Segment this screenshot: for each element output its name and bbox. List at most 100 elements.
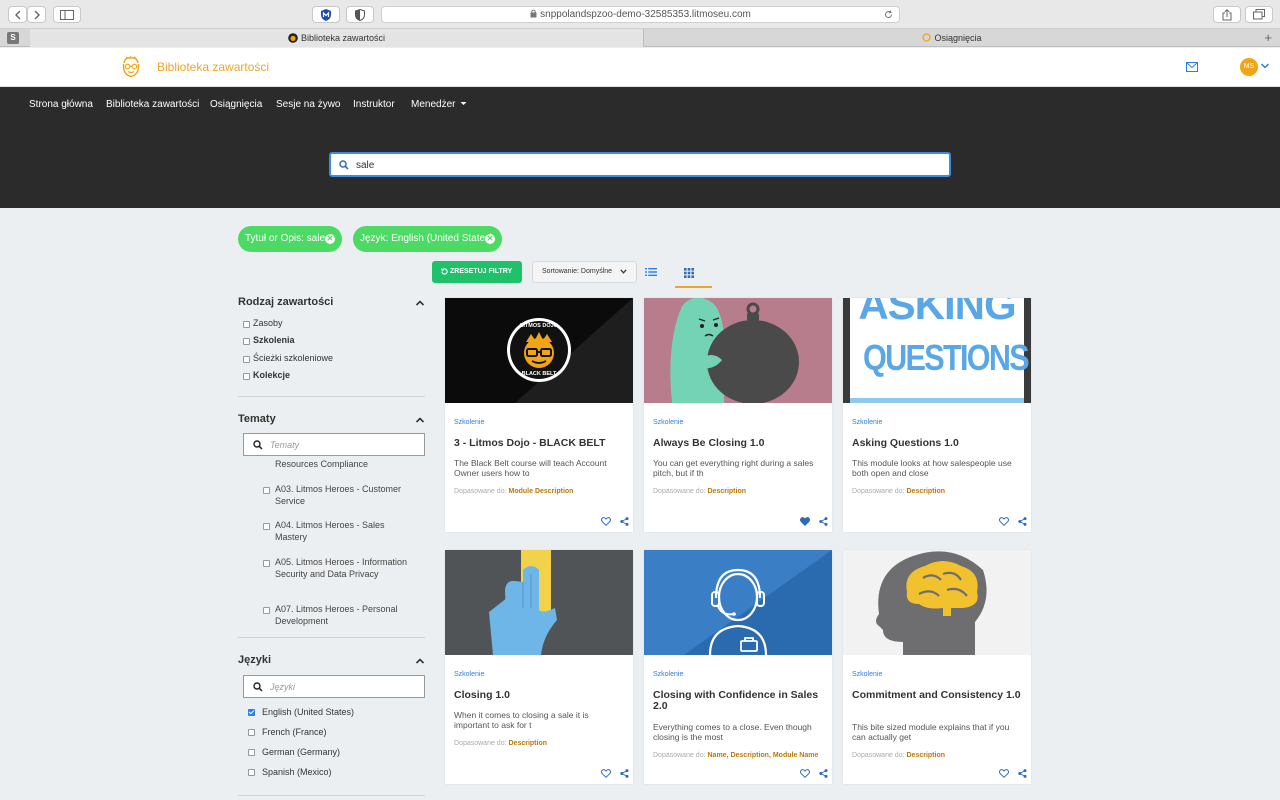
topic-label-a04: A04. Litmos Heroes - Sales Mastery [275,520,385,542]
share-icon[interactable] [819,769,828,778]
content-search[interactable] [329,152,951,177]
nav-sesje[interactable]: Sesje na żywo [276,99,340,110]
close-icon[interactable]: ✕ [485,234,495,244]
course-card[interactable]: LITMOS DOJO BLACK BELT Szkolenie 3 - Lit… [445,298,633,532]
heart-icon[interactable] [800,769,810,778]
checkbox-topic-a04[interactable] [263,523,270,530]
tabs-overview-button[interactable] [1245,6,1273,23]
checkbox-english-us[interactable] [248,709,255,716]
chevron-up-icon[interactable] [415,298,425,308]
filter-chip-title[interactable]: Tytuł or Opis: sale ✕ [238,226,342,252]
heart-filled-icon[interactable] [800,517,810,526]
search-icon [339,160,349,170]
topic-label-a07: A07. Litmos Heroes - Personal Developmen… [275,604,398,626]
heart-icon[interactable] [601,769,611,778]
course-type: Szkolenie [454,419,485,426]
avatar[interactable]: MS [1240,58,1258,76]
mail-icon[interactable] [1186,62,1198,72]
headset-agent-image [644,550,832,655]
course-card[interactable]: ASKING QUESTIONS Szkolenie Asking Questi… [843,298,1031,532]
checkbox-topic-a05[interactable] [263,560,270,567]
url-bar[interactable]: snppolandspzoo-demo-32585353.litmoseu.co… [381,6,900,23]
languages-search-input[interactable] [270,680,420,693]
chevron-down-icon[interactable] [1260,61,1270,71]
sidebar-toggle-button[interactable] [53,6,81,23]
reset-filters-button[interactable]: ZRESETUJ FILTRY [432,261,522,283]
share-icon[interactable] [819,517,828,526]
share-icon[interactable] [620,769,629,778]
share-icon[interactable] [1018,769,1027,778]
list-view-icon[interactable] [645,267,657,277]
nav-osiagniecia[interactable]: Osiągnięcia [210,99,262,110]
heart-icon[interactable] [999,769,1009,778]
checkbox-szkolenia[interactable] [243,338,250,345]
new-tab-button[interactable]: + [1264,29,1272,46]
languages-search[interactable] [243,675,425,698]
heart-icon[interactable] [601,517,611,526]
nav-strona-glowna[interactable]: Strona główna [29,99,93,110]
back-button[interactable] [8,6,27,23]
course-thumbnail[interactable]: LITMOS DOJO BLACK BELT [445,298,633,403]
grid-view-icon[interactable] [684,268,694,278]
course-card[interactable]: Szkolenie Always Be Closing 1.0 You can … [644,298,832,532]
course-thumbnail[interactable] [445,550,633,655]
privacy-extension-button[interactable] [346,6,374,23]
checkbox-german[interactable] [248,749,255,756]
course-description: When it comes to closing a sale it is im… [454,710,589,730]
app-title[interactable]: Biblioteka zawartości [157,60,269,74]
course-title[interactable]: Always Be Closing 1.0 [653,438,823,449]
nav-instruktor[interactable]: Instruktor [353,99,395,110]
course-card[interactable]: Szkolenie Closing 1.0 When it comes to c… [445,550,633,784]
forward-button[interactable] [27,6,46,23]
checkbox-zasoby[interactable] [243,321,250,328]
half-shield-icon [355,8,365,22]
browser-tab-bar: S Biblioteka zawartości Osiągnięcia + [0,29,1280,47]
nav-menedzer[interactable]: Menedżer [411,99,467,110]
course-thumbnail[interactable] [843,550,1031,655]
course-title[interactable]: Closing 1.0 [454,690,624,701]
share-up-icon [1222,9,1232,21]
label-zasoby: Zasoby [253,318,283,328]
course-title[interactable]: Commitment and Consistency 1.0 [852,690,1022,701]
course-title[interactable]: Closing with Confidence in Sales 2.0 [653,690,823,712]
course-thumbnail[interactable]: ASKING QUESTIONS [843,298,1031,403]
checkbox-topic-a07[interactable] [263,607,270,614]
chevron-up-icon[interactable] [415,656,425,666]
checkbox-spanish[interactable] [248,769,255,776]
course-card[interactable]: Szkolenie Closing with Confidence in Sal… [644,550,832,784]
app-header: Biblioteka zawartości MS [0,48,1280,87]
label-sciezki: Ścieżki szkoleniowe [253,353,334,363]
filter-chip-language[interactable]: Język: English (United States) ✕ [353,226,502,252]
close-icon[interactable]: ✕ [325,234,335,244]
mcafee-extension-button[interactable] [312,6,340,23]
tab-biblioteka[interactable]: Biblioteka zawartości [30,29,644,47]
litmos-logo-icon[interactable] [121,56,141,78]
nav-biblioteka[interactable]: Biblioteka zawartości [106,99,199,110]
share-icon[interactable] [620,517,629,526]
checkbox-kolekcje[interactable] [243,373,250,380]
course-thumbnail[interactable] [644,550,832,655]
checkbox-topic-a03[interactable] [263,487,270,494]
section-title-topics: Tematy [238,413,276,425]
course-title[interactable]: 3 - Litmos Dojo - BLACK BELT [454,438,624,449]
course-card[interactable]: Szkolenie Commitment and Consistency 1.0… [843,550,1031,784]
sign-text-line1: ASKING [858,298,1016,328]
tab-osiagniecia[interactable]: Osiągnięcia [645,29,1259,47]
sort-select[interactable]: Sortowanie: Domyślne [532,261,637,283]
checkbox-french[interactable] [248,729,255,736]
share-browser-button[interactable] [1213,6,1241,23]
course-thumbnail[interactable] [644,298,832,403]
share-icon[interactable] [1018,517,1027,526]
s-extension-icon[interactable]: S [7,32,19,44]
topics-search[interactable] [243,433,425,456]
heart-icon[interactable] [999,517,1009,526]
course-title[interactable]: Asking Questions 1.0 [852,438,1022,449]
label-english-us: English (United States) [262,707,355,717]
chevron-up-icon[interactable] [415,415,425,425]
search-input[interactable] [356,157,936,173]
head-brain-image [843,550,1031,655]
favicon-dojo-icon [288,33,298,43]
topics-search-input[interactable] [270,438,420,451]
reload-icon[interactable] [884,10,893,19]
checkbox-sciezki[interactable] [243,356,250,363]
